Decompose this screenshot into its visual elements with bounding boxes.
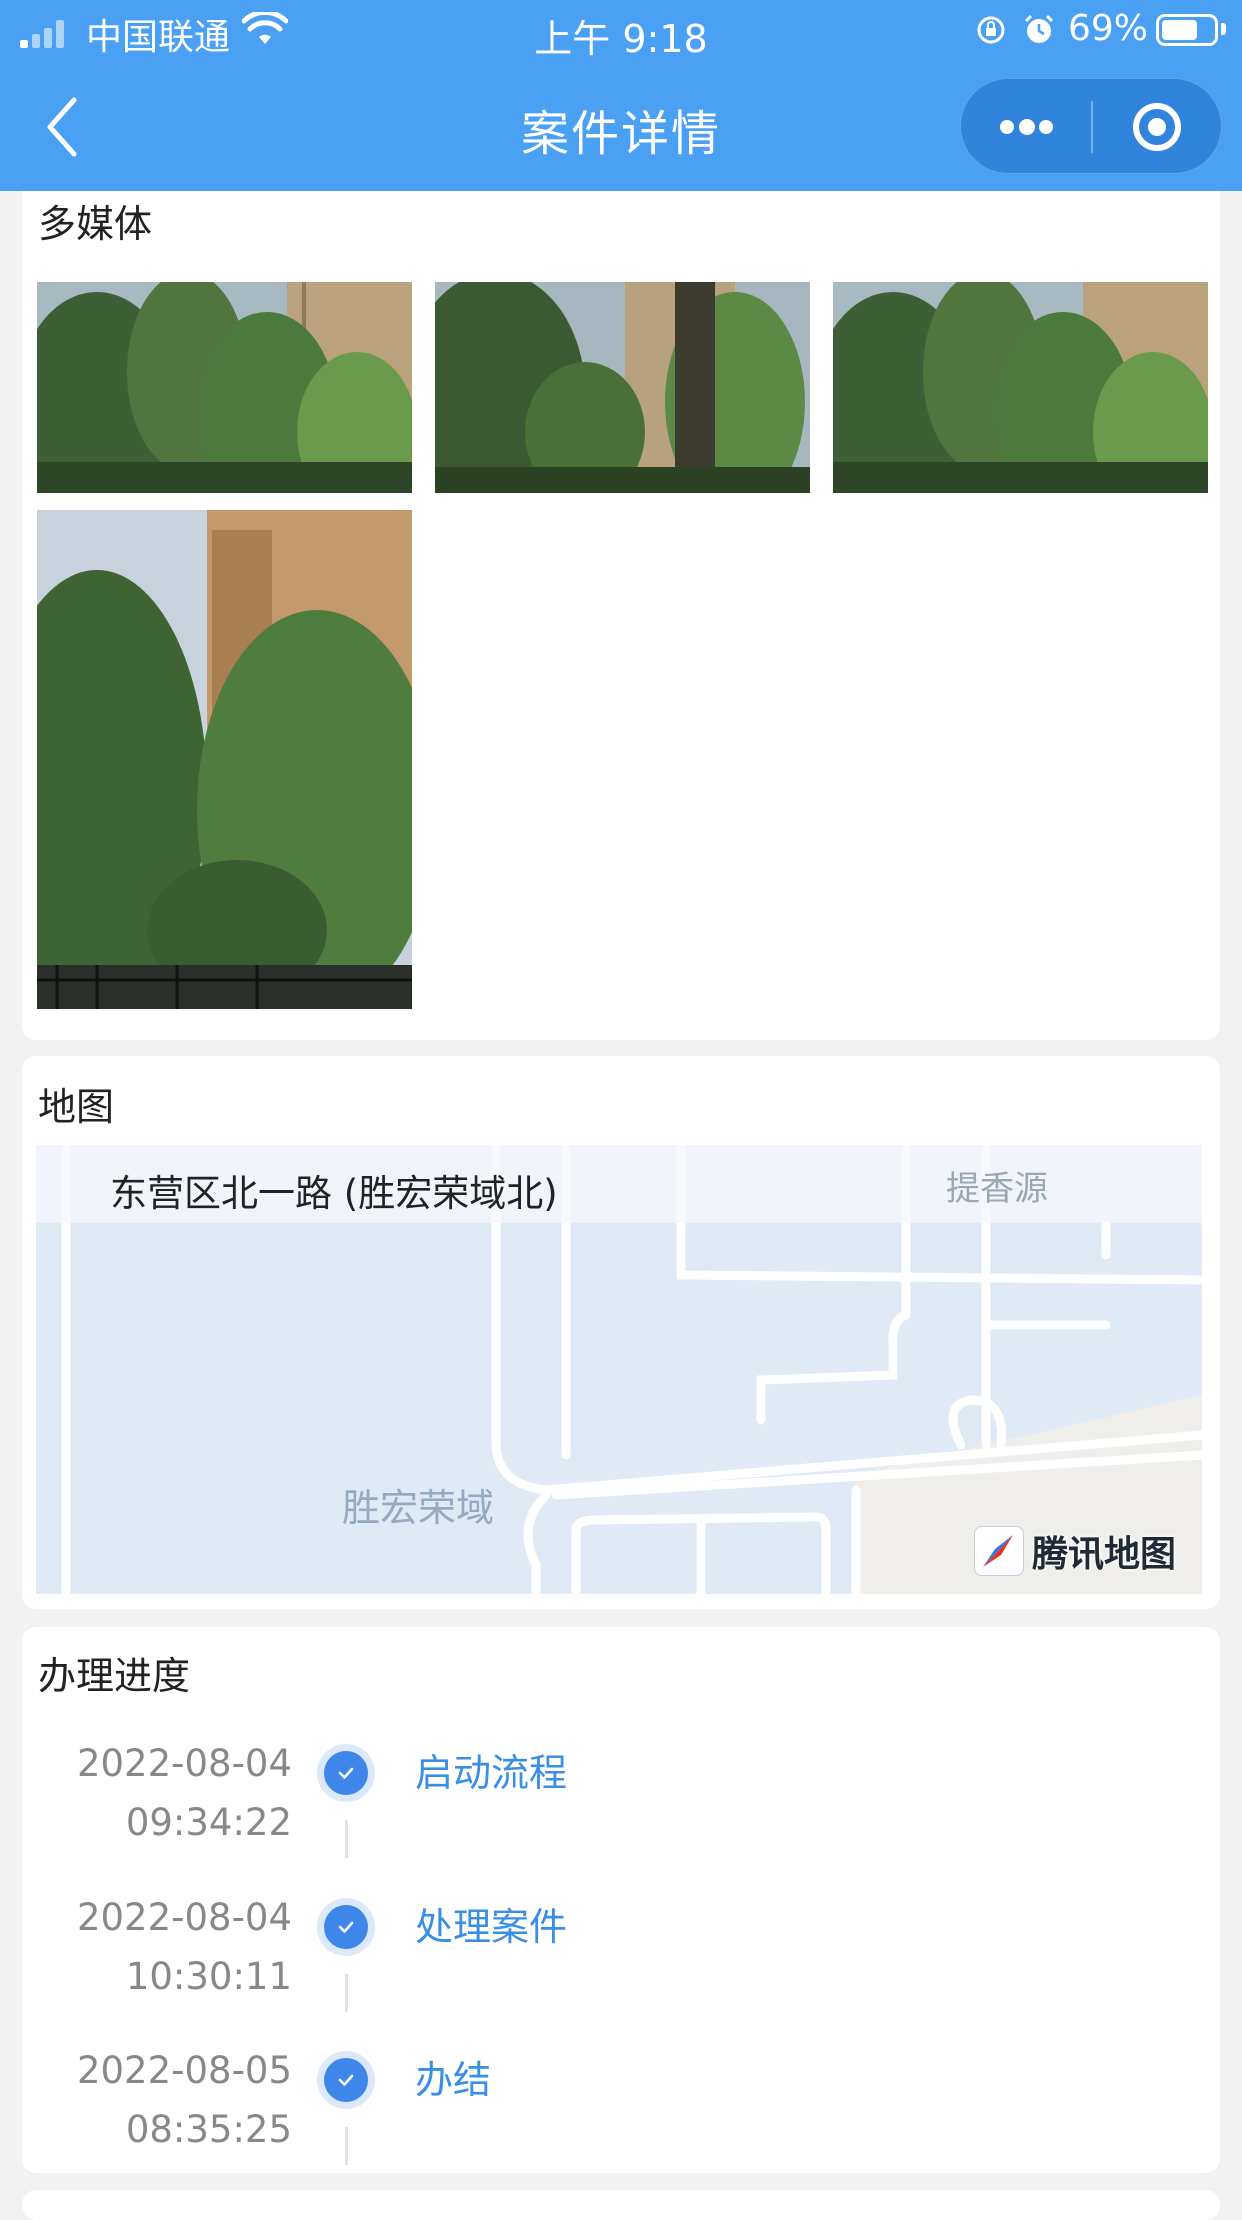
map-card: 地图 东营区北一路 (胜宏荣域北) 提香源 胜宏荣域 腾讯地图 [22, 1056, 1220, 1609]
media-photo-3[interactable] [833, 282, 1208, 493]
map-compass-icon [974, 1526, 1024, 1576]
timeline-time: 09:34:22 [125, 1801, 292, 1844]
timeline-step-label[interactable]: 处理案件 [415, 1898, 567, 1957]
timeline-time: 08:35:25 [125, 2108, 292, 2151]
map-address: 东营区北一路 (胜宏荣域北) [110, 1172, 558, 1215]
timeline-datetime: 2022-08-04 10:30:11 [77, 1888, 292, 2006]
battery-cap [1221, 23, 1226, 35]
media-photo-4[interactable] [37, 510, 412, 1009]
media-photo-2[interactable] [435, 282, 810, 493]
map-section-title: 地图 [38, 1085, 115, 1129]
timeline-connector [345, 1974, 348, 2012]
map-logo-text: 腾讯地图 [1032, 1534, 1177, 1575]
timeline-connector [345, 2127, 348, 2165]
check-circle-icon [317, 2051, 375, 2109]
rotation-lock-icon [977, 16, 1005, 44]
timeline-step: 2022-08-04 09:34:22 启动流程 [22, 1734, 1220, 1884]
alarm-icon [1024, 14, 1054, 43]
check-circle-icon [317, 1898, 375, 1956]
timeline-step-label[interactable]: 启动流程 [415, 1744, 567, 1803]
timeline-connector [345, 1820, 348, 1858]
timeline-date: 2022-08-05 [76, 2049, 292, 2092]
close-mini-program-button[interactable] [1092, 79, 1222, 175]
status-bar: 中国联通 上午 9:18 69% [0, 0, 1242, 61]
progress-section-title: 办理进度 [38, 1654, 191, 1698]
next-card [22, 2190, 1220, 2220]
timeline-date: 2022-08-04 [76, 1896, 292, 1939]
timeline-time: 10:30:11 [125, 1955, 292, 1998]
app-header: 中国联通 上午 9:18 69% 案件详情 [0, 0, 1242, 191]
timeline-step: 2022-08-05 08:35:25 办结 [22, 2041, 1220, 2191]
media-photo-1[interactable] [37, 282, 412, 493]
battery-icon [1156, 14, 1218, 46]
tencent-map-logo: 腾讯地图 [974, 1525, 1176, 1577]
more-button[interactable] [961, 79, 1091, 175]
timeline-step-label[interactable]: 办结 [415, 2051, 491, 2110]
media-card: 多媒体 [22, 191, 1220, 1040]
timeline-datetime: 2022-08-05 08:35:25 [77, 2041, 292, 2159]
map-view[interactable]: 东营区北一路 (胜宏荣域北) 提香源 胜宏荣域 腾讯地图 [36, 1145, 1202, 1594]
media-section-title: 多媒体 [38, 202, 153, 246]
timeline-date: 2022-08-04 [76, 1742, 292, 1785]
check-circle-icon [317, 1744, 375, 1802]
progress-card: 办理进度 2022-08-04 09:34:22 启动流程 2022-08-04… [22, 1627, 1220, 2173]
map-poi-label: 提香源 [946, 1169, 1048, 1209]
battery-percent: 69% [1068, 8, 1149, 49]
map-poi-label: 胜宏荣域 [342, 1486, 495, 1530]
mini-program-capsule [960, 78, 1222, 174]
timeline-step: 2022-08-04 10:30:11 处理案件 [22, 1888, 1220, 2038]
timeline-datetime: 2022-08-04 09:34:22 [77, 1734, 292, 1852]
